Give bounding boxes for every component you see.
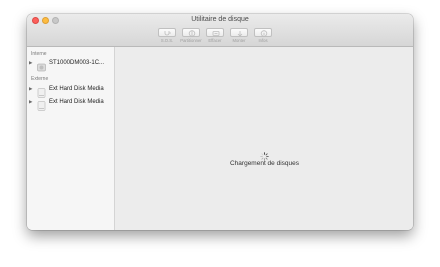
sidebar: Interne ▶ ST1000DM003-1C... Externe ▶ Ex… <box>27 47 115 230</box>
internal-disk-icon <box>37 59 46 77</box>
external-disk-icon <box>37 98 46 116</box>
disk-utility-window: Utilitaire de disque S.O.S. Partitionner… <box>27 14 413 230</box>
mount-button[interactable]: Monter <box>227 28 251 43</box>
disclosure-triangle-icon[interactable]: ▶ <box>29 60 32 66</box>
info-button[interactable]: Infos <box>251 28 275 43</box>
loading-status-text: Chargement de disques <box>229 160 299 167</box>
erase-icon <box>206 28 224 37</box>
stethoscope-icon <box>158 28 176 37</box>
sidebar-section-external: Externe <box>31 76 49 82</box>
first-aid-label: S.O.S. <box>160 38 174 43</box>
disclosure-triangle-icon[interactable]: ▶ <box>29 99 32 105</box>
sidebar-item-external-disk-1[interactable]: ▶ Ext Hard Disk Media <box>29 85 113 98</box>
mount-icon <box>230 28 248 37</box>
disk-name: ST1000DM003-1C... <box>49 60 105 66</box>
sidebar-section-internal: Interne <box>31 51 47 57</box>
sidebar-item-internal-disk[interactable]: ▶ ST1000DM003-1C... <box>29 59 113 72</box>
mount-label: Monter <box>232 38 246 43</box>
partition-icon <box>182 28 200 37</box>
window-title: Utilitaire de disque <box>191 16 249 23</box>
main-content: Chargement de disques <box>116 47 413 230</box>
partition-button[interactable]: Partitionner <box>179 28 203 43</box>
disclosure-triangle-icon[interactable]: ▶ <box>29 86 32 92</box>
info-icon <box>254 28 272 37</box>
sidebar-item-external-disk-2[interactable]: ▶ Ext Hard Disk Media <box>29 98 113 111</box>
info-label: Infos <box>258 38 268 43</box>
partition-label: Partitionner <box>180 38 202 43</box>
title-bar: Utilitaire de disque S.O.S. Partitionner… <box>27 14 413 47</box>
erase-label: Effacer <box>208 38 222 43</box>
disk-name: Ext Hard Disk Media <box>49 99 104 105</box>
erase-button[interactable]: Effacer <box>203 28 227 43</box>
first-aid-button[interactable]: S.O.S. <box>155 28 179 43</box>
disk-name: Ext Hard Disk Media <box>49 86 104 92</box>
